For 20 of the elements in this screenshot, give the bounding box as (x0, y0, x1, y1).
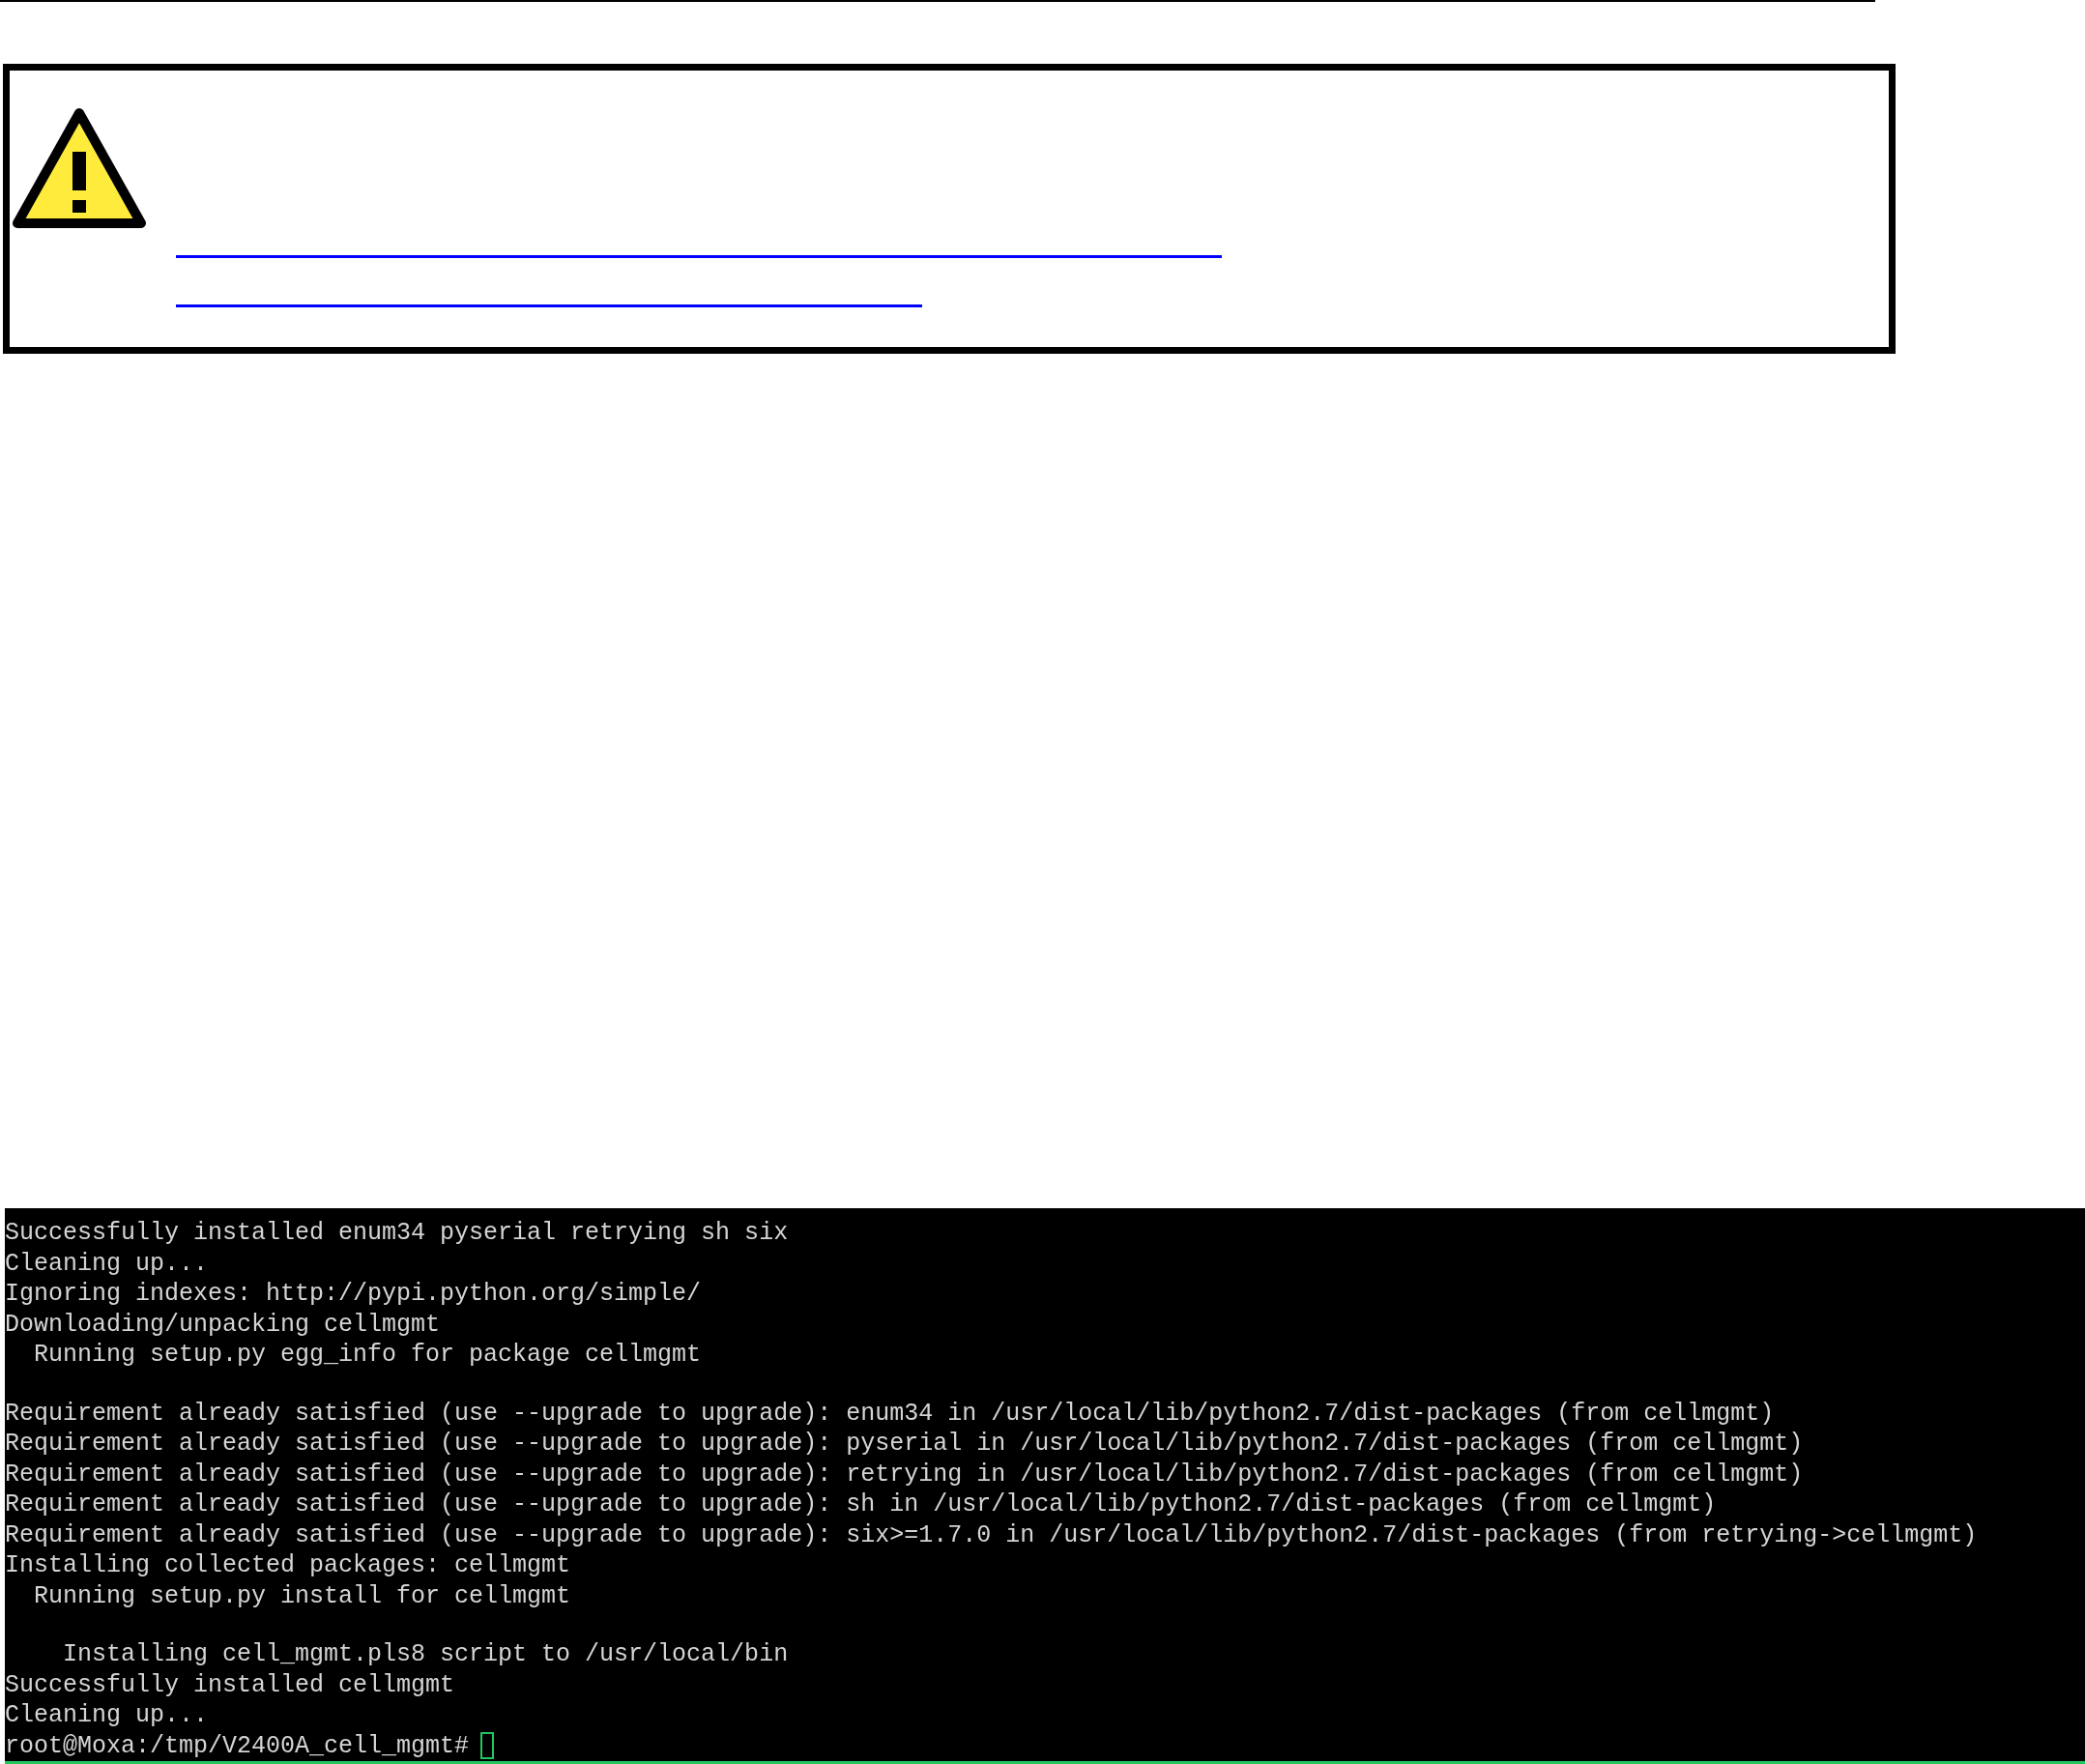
terminal-line: Ignoring indexes: http://pypi.python.org/simple/ (5, 1279, 702, 1310)
terminal-line: Successfully installed enum34 pyserial retrying sh six (5, 1218, 789, 1249)
terminal-line: Cleaning up... (5, 1700, 209, 1731)
terminal-line: Successfully installed cellmgmt (5, 1669, 455, 1700)
terminal-line: Running setup.py egg_info for package cellmgmt (33, 1340, 702, 1371)
terminal-line: Requirement already satisfied (use --upgrade to upgrade): retrying in /usr/local/lib/python2.7/dist-packages (from cellmgmt) (5, 1459, 1804, 1489)
terminal-line: Running setup.py install for cellmgmt (33, 1580, 571, 1611)
terminal-line: Requirement already satisfied (use --upgrade to upgrade): pyserial in /usr/local/lib/python2.7/dist-packages (from cellmgmt) (5, 1429, 1804, 1460)
terminal-line: Requirement already satisfied (use --upgrade to upgrade): six>=1.7.0 in /usr/local/lib/python2.7/dist-packages (from retrying->cellmgmt) (5, 1519, 1978, 1550)
terminal-line: Requirement already satisfied (use --upgrade to upgrade): sh in /usr/local/lib/python2.7/dist-packages (from cellmgmt) (5, 1489, 1717, 1520)
terminal-prompt: root@Moxa:/tmp/V2400A_cell_mgmt# (5, 1730, 470, 1761)
cursor-icon (480, 1732, 495, 1760)
terminal-line: Installing collected packages: cellmgmt (5, 1550, 571, 1581)
terminal-line: Downloading/unpacking cellmgmt (5, 1309, 441, 1340)
link-underline[interactable] (176, 304, 922, 307)
terminal-line: Installing cell_mgmt.pls8 script to /usr/local/bin (62, 1639, 789, 1670)
warning-icon (12, 107, 147, 231)
link-underline[interactable] (176, 255, 1222, 258)
terminal-line: Cleaning up... (5, 1248, 209, 1279)
terminal-line: Requirement already satisfied (use --upgrade to upgrade): enum34 in /usr/local/lib/python2.7/dist-packages (from cellmgmt) (5, 1398, 1775, 1429)
